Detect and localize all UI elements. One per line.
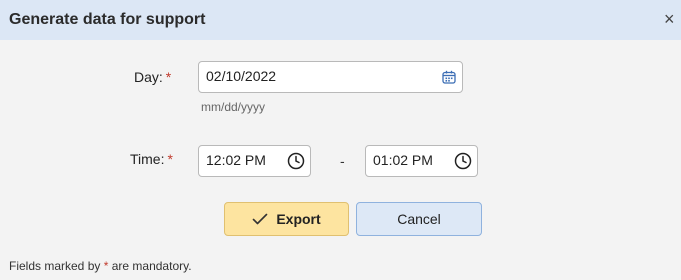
start-time-input[interactable]: 12:02 PM: [198, 145, 311, 177]
day-label: Day:: [134, 69, 163, 85]
time-range-separator: -: [340, 153, 345, 169]
export-button[interactable]: Export: [224, 202, 349, 236]
time-required-marker: *: [167, 151, 173, 167]
day-date-input[interactable]: 02/10/2022: [198, 61, 463, 93]
footnote-suffix: are mandatory.: [111, 259, 192, 273]
day-format-hint: mm/dd/yyyy: [201, 100, 266, 114]
day-date-value: 02/10/2022: [206, 68, 277, 84]
clock-icon[interactable]: [454, 152, 472, 170]
dialog-titlebar: Generate data for support ×: [0, 0, 681, 40]
day-label-group: Day: *: [134, 69, 171, 85]
start-time-value: 12:02 PM: [206, 152, 266, 168]
support-dialog: Generate data for support × Day: * 02/10/…: [0, 0, 681, 280]
mandatory-footnote: Fields marked by * are mandatory.: [9, 259, 192, 273]
checkmark-icon: [253, 213, 268, 225]
footnote-required-marker: *: [103, 259, 109, 273]
dialog-title: Generate data for support: [9, 11, 206, 28]
close-icon[interactable]: ×: [664, 7, 681, 31]
day-required-marker: *: [165, 69, 172, 85]
time-label-group: Time: *: [130, 151, 173, 167]
calendar-icon[interactable]: [442, 70, 456, 84]
cancel-button[interactable]: Cancel: [356, 202, 482, 236]
end-time-input[interactable]: 01:02 PM: [365, 145, 478, 177]
clock-icon[interactable]: [287, 152, 305, 170]
cancel-button-label: Cancel: [397, 211, 441, 227]
end-time-value: 01:02 PM: [373, 152, 433, 168]
footnote-prefix: Fields marked by: [9, 259, 101, 273]
export-button-label: Export: [276, 211, 321, 227]
time-label: Time:: [130, 151, 165, 167]
